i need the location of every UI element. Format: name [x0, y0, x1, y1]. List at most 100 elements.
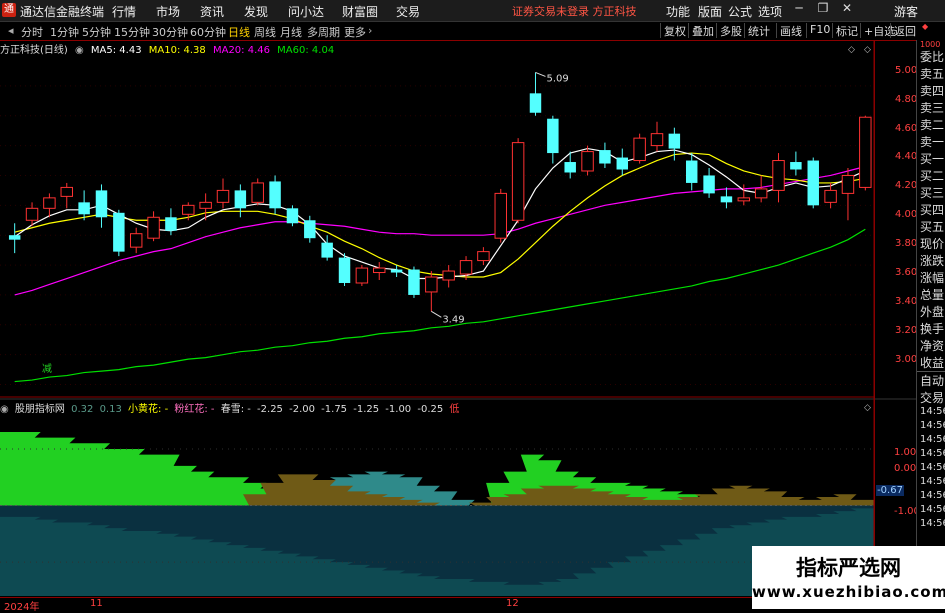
sub-indicator-name[interactable]: 股朋指标网: [15, 404, 65, 415]
side-item[interactable]: 涨跌: [917, 252, 945, 269]
sub-expand-icon[interactable]: ◉: [0, 404, 9, 415]
level: -0.25: [417, 404, 444, 415]
ma60-value: MA60: 4.04: [277, 45, 335, 56]
candle-up: [43, 197, 56, 209]
side-item[interactable]: 交易: [917, 389, 945, 406]
side-item[interactable]: 涨幅: [917, 269, 945, 286]
menu-hangqing[interactable]: 行情: [112, 3, 136, 20]
btn-f10[interactable]: F10: [806, 23, 833, 38]
side-item[interactable]: 换手: [917, 320, 945, 337]
app-logo-icon: 通: [2, 3, 16, 17]
expand-icon[interactable]: ◉: [75, 45, 84, 56]
menu-gongneng[interactable]: 功能: [666, 3, 690, 20]
menu-gongshi[interactable]: 公式: [728, 3, 752, 20]
low-label: 3.49: [442, 314, 464, 325]
trade-login-warning[interactable]: 证券交易未登录 方正科技: [512, 3, 637, 19]
side-item[interactable]: 买四: [917, 201, 945, 218]
menu-caifuquan[interactable]: 财富圈: [342, 3, 378, 20]
time-year: 2024年: [4, 602, 40, 613]
side-item[interactable]: 收益: [917, 354, 945, 371]
period-toolbar: ◂ 分时 1分钟 5分钟 15分钟 30分钟 60分钟 日线 周线 月线 多周期…: [0, 22, 945, 41]
period-30min[interactable]: 30分钟: [152, 24, 188, 40]
candle-up: [772, 160, 785, 191]
candle-down: [529, 93, 542, 113]
side-item[interactable]: 卖二: [917, 116, 945, 133]
candle-up: [199, 201, 212, 209]
close-icon[interactable]: ✕: [836, 1, 858, 20]
side-item[interactable]: 总量: [917, 286, 945, 303]
kline-chart[interactable]: 5.09 3.49 减 ◇ ◇ ◇: [0, 0, 945, 609]
menu-banmian[interactable]: 版面: [698, 3, 722, 20]
side-item[interactable]: 外盘: [917, 303, 945, 320]
jian-label: 减: [42, 363, 52, 375]
side-item[interactable]: 净资: [917, 337, 945, 354]
period-more[interactable]: 更多: [344, 24, 366, 40]
price-tick: 3.40: [895, 296, 918, 307]
side-time: 14:56: [920, 448, 945, 459]
candle-down: [165, 217, 177, 231]
price-tick: 4.00: [895, 209, 918, 220]
period-15min[interactable]: 15分钟: [114, 24, 150, 40]
more-chevron-icon[interactable]: ›: [368, 24, 372, 37]
candle-up: [633, 137, 646, 162]
menu-shichang[interactable]: 市场: [156, 3, 180, 20]
candle-up: [494, 192, 507, 239]
side-item[interactable]: 买一: [917, 150, 945, 167]
xiaohuanghua: 小黄花: -: [128, 404, 169, 415]
period-monthly[interactable]: 月线: [280, 24, 302, 40]
btn-biaoji[interactable]: 标记: [832, 23, 861, 38]
side-item[interactable]: 卖一: [917, 133, 945, 150]
side-item[interactable]: 卖五: [917, 65, 945, 82]
guest-user[interactable]: 游客: [894, 3, 918, 20]
restore-icon[interactable]: ❐: [812, 1, 834, 20]
btn-huaxian[interactable]: 画线: [776, 23, 805, 38]
candle-up: [737, 197, 751, 202]
side-item[interactable]: 卖四: [917, 82, 945, 99]
menu-jiaoyi[interactable]: 交易: [396, 3, 420, 20]
candle-down: [408, 269, 420, 295]
nav-prev-icon[interactable]: ◂: [8, 24, 14, 37]
sub-value-2: 0.13: [99, 404, 122, 415]
candle-down: [807, 160, 819, 206]
level: -1.00: [385, 404, 412, 415]
menu-faxian[interactable]: 发现: [244, 3, 268, 20]
fenhonghua: 粉红花: -: [174, 404, 215, 415]
side-item[interactable]: 卖三: [917, 99, 945, 116]
btn-duogu[interactable]: 多股: [716, 23, 745, 38]
side-item[interactable]: 委比: [917, 48, 945, 65]
side-item[interactable]: 买二: [917, 167, 945, 184]
side-item[interactable]: 买三: [917, 184, 945, 201]
ma10-value: MA10: 4.38: [148, 45, 206, 56]
quote-side-panel: 1000 委比 卖五 卖四 卖三 卖二 卖一 买一 买二 买三 买四 买五 现价…: [916, 40, 945, 570]
side-item[interactable]: 现价: [917, 235, 945, 252]
candle-up: [182, 204, 195, 215]
btn-fuquan[interactable]: 复权: [660, 23, 689, 38]
candle-down: [390, 269, 403, 273]
price-tick: 5.00: [895, 65, 918, 76]
menu-wenxiaoda[interactable]: 问小达: [288, 3, 324, 20]
candle-down: [564, 162, 576, 173]
candle-down: [790, 162, 802, 170]
side-item[interactable]: 自动: [917, 371, 945, 389]
menu-bar: 通 通达信金融终端 行情 市场 资讯 发现 问小达 财富圈 交易 证券交易未登录…: [0, 0, 945, 22]
side-time: 14:56: [920, 476, 945, 487]
side-time: 14:56: [920, 518, 945, 529]
period-daily[interactable]: 日线: [228, 24, 250, 40]
menu-zixun[interactable]: 资讯: [200, 3, 224, 20]
side-time: 14:56: [920, 462, 945, 473]
menu-xuanxiang[interactable]: 选项: [758, 3, 782, 20]
minimize-icon[interactable]: ─: [788, 1, 810, 20]
btn-diejia[interactable]: 叠加: [688, 23, 717, 38]
period-1min[interactable]: 1分钟: [50, 24, 79, 40]
btn-tongji[interactable]: 统计: [744, 23, 773, 38]
period-weekly[interactable]: 周线: [254, 24, 276, 40]
period-5min[interactable]: 5分钟: [82, 24, 111, 40]
side-time: 14:56: [920, 406, 945, 417]
low-marker: [431, 310, 442, 318]
period-fenshi[interactable]: 分时: [21, 24, 43, 40]
period-60min[interactable]: 60分钟: [190, 24, 226, 40]
btn-fanhui[interactable]: 返回: [890, 23, 919, 38]
period-multi[interactable]: 多周期: [307, 24, 340, 40]
side-item[interactable]: 买五: [917, 218, 945, 235]
scale-marker: ◆: [922, 22, 929, 31]
